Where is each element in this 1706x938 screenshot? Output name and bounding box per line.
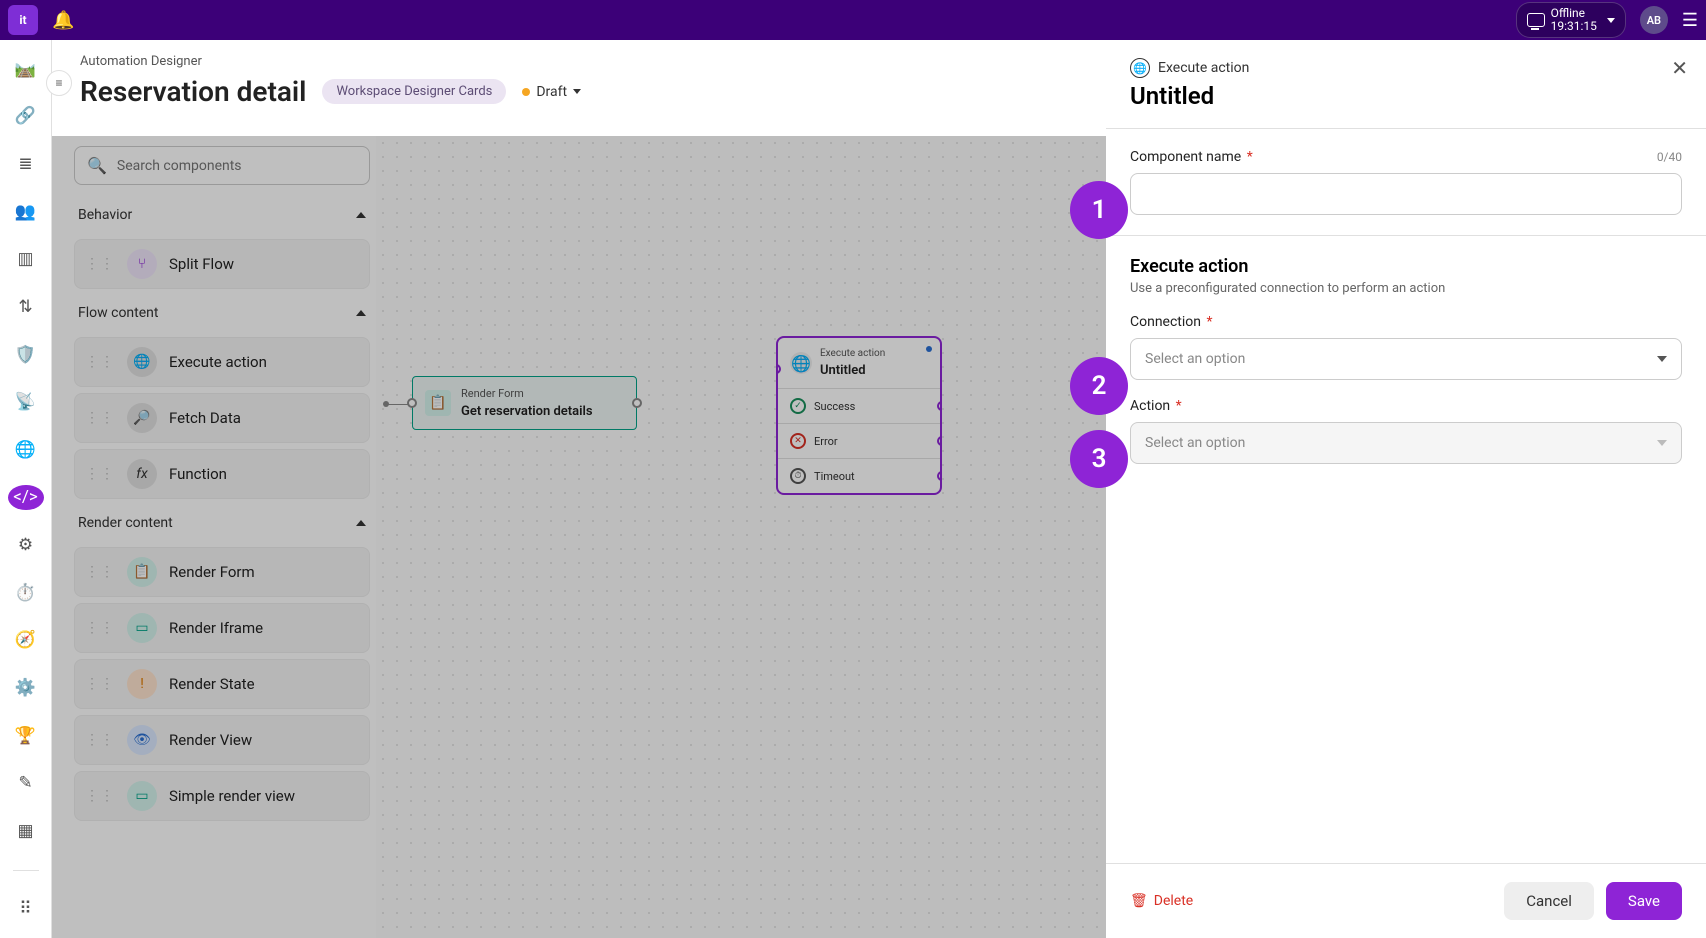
connection-select[interactable]: Select an option <box>1130 338 1682 380</box>
callout-1: 1 <box>1070 181 1128 239</box>
config-subtitle: Use a preconfigurated connection to perf… <box>1130 281 1682 296</box>
component-name-label: Component name <box>1130 149 1241 165</box>
cancel-button[interactable]: Cancel <box>1504 882 1594 920</box>
app-logo[interactable]: it <box>8 5 38 35</box>
side-panel-toggle-icon[interactable]: ☰ <box>1682 10 1698 31</box>
delete-button[interactable]: 🗑 Delete <box>1130 893 1193 909</box>
panel-title: Untitled <box>1130 82 1682 110</box>
rail-separator <box>13 870 39 871</box>
callout-3: 3 <box>1070 430 1128 488</box>
nav-people-icon[interactable]: 👥 <box>8 199 44 225</box>
nav-diverge-icon[interactable]: ⇅ <box>8 294 44 320</box>
nav-layout-icon[interactable]: ▥ <box>8 247 44 273</box>
select-placeholder: Select an option <box>1145 351 1245 367</box>
monitor-icon <box>1527 13 1545 27</box>
nav-apps-icon[interactable]: ⠿ <box>8 896 44 922</box>
char-counter: 0/40 <box>1657 150 1682 164</box>
action-select[interactable]: Select an option <box>1130 422 1682 464</box>
nav-settings-icon[interactable]: ⚙️ <box>8 675 44 701</box>
nav-rail: 🛤️ 🔗 ≣ 👥 ▥ ⇅ 🛡️ 📡 🌐 </> ⚙︎ ⏱️ 🧭 ⚙️ 🏆 ✎ ▦… <box>0 40 52 938</box>
status-dropdown[interactable]: Draft <box>522 84 581 100</box>
required-indicator: * <box>1247 149 1253 165</box>
workspace-chip: Workspace Designer Cards <box>322 79 506 104</box>
select-placeholder: Select an option <box>1145 435 1245 451</box>
topbar: it 🔔 Offline 19:31:15 AB ☰ <box>0 0 1706 40</box>
component-name-input[interactable] <box>1130 173 1682 215</box>
page-title: Reservation detail <box>80 75 306 108</box>
trash-icon: 🗑 <box>1130 893 1148 909</box>
nav-edit-icon[interactable]: ✎ <box>8 770 44 796</box>
sidebar-toggle-button[interactable]: ≡ <box>46 70 72 96</box>
nav-link-icon[interactable]: 🔗 <box>8 104 44 130</box>
globe-icon: 🌐 <box>1130 58 1150 78</box>
chevron-down-icon <box>1607 18 1615 23</box>
notifications-icon[interactable]: 🔔 <box>52 10 74 31</box>
panel-type: Execute action <box>1158 60 1249 76</box>
nav-code-icon[interactable]: </> <box>8 485 44 511</box>
nav-broadcast-icon[interactable]: 📡 <box>8 389 44 415</box>
nav-compass-icon[interactable]: 🧭 <box>8 628 44 654</box>
panel-header: 🌐 Execute action Untitled ✕ <box>1106 40 1706 129</box>
delete-label: Delete <box>1154 893 1193 909</box>
close-button[interactable]: ✕ <box>1671 56 1688 80</box>
nav-list-icon[interactable]: ≣ <box>8 151 44 177</box>
panel-footer: 🗑 Delete Cancel Save <box>1106 863 1706 938</box>
save-button[interactable]: Save <box>1606 882 1682 920</box>
chevron-down-icon <box>573 89 581 94</box>
callout-2: 2 <box>1070 357 1128 415</box>
required-indicator: * <box>1176 398 1182 414</box>
nav-shield-icon[interactable]: 🛡️ <box>8 342 44 368</box>
chevron-down-icon <box>1657 440 1667 446</box>
status-time: 19:31:15 <box>1551 20 1597 33</box>
user-avatar[interactable]: AB <box>1640 6 1668 34</box>
connection-label: Connection <box>1130 314 1201 330</box>
status-dot-icon <box>522 88 530 96</box>
nav-journey-icon[interactable]: 🛤️ <box>8 56 44 82</box>
nav-trophy-icon[interactable]: 🏆 <box>8 723 44 749</box>
connection-status-pill[interactable]: Offline 19:31:15 <box>1516 2 1626 38</box>
nav-flow-icon[interactable]: ⚙︎ <box>8 532 44 558</box>
action-label: Action <box>1130 398 1170 414</box>
required-indicator: * <box>1207 314 1213 330</box>
config-title: Execute action <box>1130 256 1682 277</box>
properties-panel: 🌐 Execute action Untitled ✕ Component na… <box>1106 40 1706 938</box>
nav-gauge-icon[interactable]: ⏱️ <box>8 580 44 606</box>
chevron-down-icon <box>1657 356 1667 362</box>
nav-grid-icon[interactable]: ▦ <box>8 818 44 844</box>
status-text: Draft <box>536 84 567 100</box>
nav-globe-icon[interactable]: 🌐 <box>8 437 44 463</box>
